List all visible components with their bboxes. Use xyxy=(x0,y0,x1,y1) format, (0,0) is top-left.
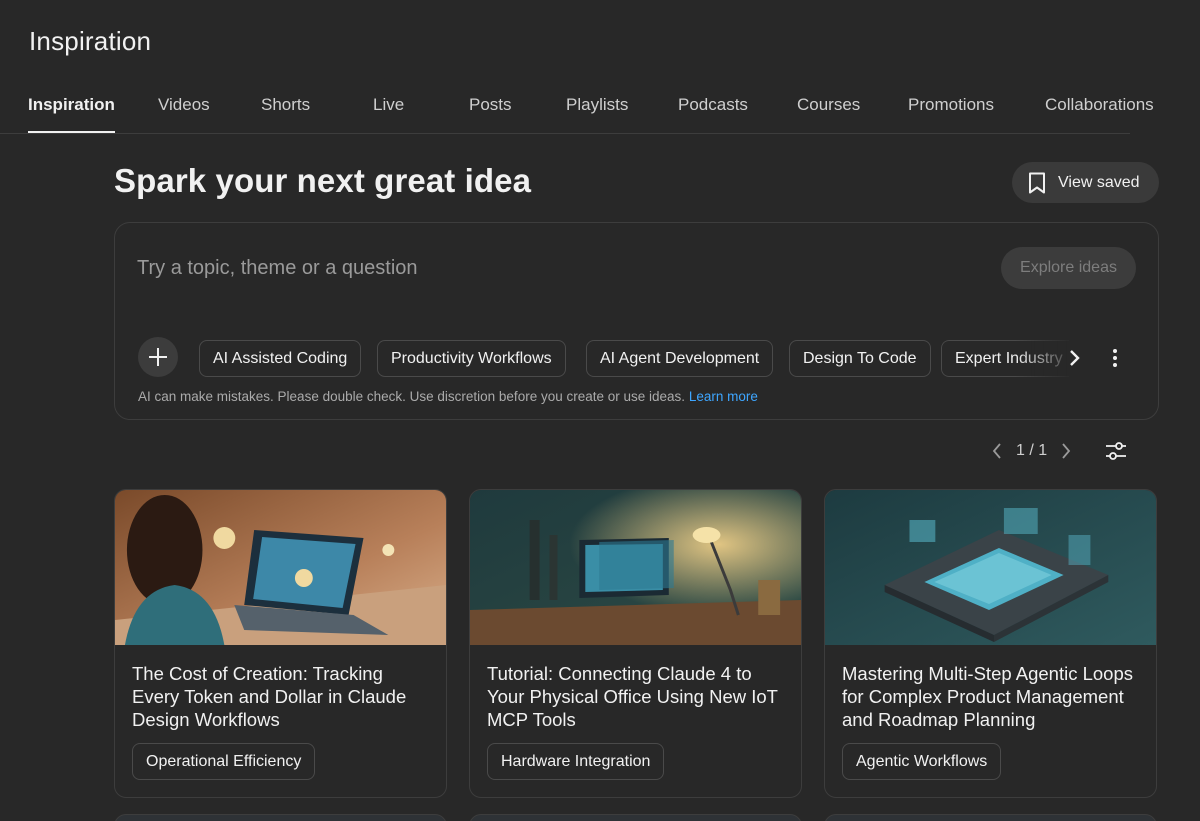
explore-ideas-button[interactable]: Explore ideas xyxy=(1001,247,1136,289)
idea-card[interactable]: Mastering Multi-Step Agentic Loops for C… xyxy=(824,489,1157,798)
chip-design-to-code[interactable]: Design To Code xyxy=(789,340,931,377)
page-title: Inspiration xyxy=(29,26,152,56)
plus-icon xyxy=(149,348,167,366)
idea-card-next-row[interactable] xyxy=(469,814,802,821)
tab-live[interactable]: Live xyxy=(373,86,404,133)
ai-disclaimer: AI can make mistakes. Please double chec… xyxy=(138,389,758,404)
card-thumbnail-image xyxy=(115,490,446,645)
disclaimer-text: AI can make mistakes. Please double chec… xyxy=(138,389,686,404)
tab-collaborations[interactable]: Collaborations xyxy=(1045,86,1154,133)
view-saved-button[interactable]: View saved xyxy=(1012,162,1159,203)
idea-input[interactable] xyxy=(137,251,977,285)
suggestion-chips: AI Assisted Coding Productivity Workflow… xyxy=(199,340,1069,378)
more-vert-icon xyxy=(1113,349,1117,367)
add-topic-button[interactable] xyxy=(138,337,178,377)
tab-playlists[interactable]: Playlists xyxy=(566,86,628,133)
chevron-right-icon xyxy=(1062,443,1071,459)
view-saved-label: View saved xyxy=(1058,173,1140,191)
chip-expert-industry[interactable]: Expert Industry xyxy=(941,340,1069,377)
idea-card-next-row[interactable] xyxy=(824,814,1157,821)
tab-promotions[interactable]: Promotions xyxy=(908,86,994,133)
chevron-left-icon xyxy=(992,443,1001,459)
idea-card-next-row[interactable] xyxy=(114,814,447,821)
prev-page-button[interactable] xyxy=(986,436,1008,466)
tab-inspiration[interactable]: Inspiration xyxy=(28,86,115,133)
card-thumbnail-image xyxy=(470,490,801,645)
learn-more-link[interactable]: Learn more xyxy=(689,389,758,404)
tab-shorts[interactable]: Shorts xyxy=(261,86,310,133)
card-tag[interactable]: Hardware Integration xyxy=(487,743,665,780)
tab-podcasts[interactable]: Podcasts xyxy=(678,86,748,133)
idea-composer: Explore ideas AI Assisted Coding Product… xyxy=(114,222,1159,420)
tab-videos[interactable]: Videos xyxy=(158,86,210,133)
next-page-button[interactable] xyxy=(1055,436,1077,466)
chevron-right-icon xyxy=(1070,350,1080,366)
card-tag[interactable]: Agentic Workflows xyxy=(842,743,1002,780)
chips-scroll-right-button[interactable] xyxy=(1061,345,1087,371)
tab-posts[interactable]: Posts xyxy=(469,86,512,133)
idea-card[interactable]: The Cost of Creation: Tracking Every Tok… xyxy=(114,489,447,798)
section-headline: Spark your next great idea xyxy=(114,162,532,199)
chip-productivity-workflows[interactable]: Productivity Workflows xyxy=(377,340,566,377)
card-thumbnail-image xyxy=(825,490,1156,645)
tab-bar: Inspiration Videos Shorts Live Posts Pla… xyxy=(0,86,1154,134)
page-count: 1 / 1 xyxy=(1016,442,1048,459)
pagination: 1 / 1 xyxy=(986,436,1077,466)
chip-ai-assisted-coding[interactable]: AI Assisted Coding xyxy=(199,340,362,377)
card-title: Mastering Multi-Step Agentic Loops for C… xyxy=(842,663,1134,730)
tune-icon xyxy=(1106,442,1126,460)
bookmark-icon xyxy=(1029,172,1045,193)
card-title: The Cost of Creation: Tracking Every Tok… xyxy=(132,663,407,730)
idea-card[interactable]: Tutorial: Connecting Claude 4 to Your Ph… xyxy=(469,489,802,798)
card-title: Tutorial: Connecting Claude 4 to Your Ph… xyxy=(487,663,778,730)
tab-courses[interactable]: Courses xyxy=(797,86,860,133)
more-options-button[interactable] xyxy=(1103,345,1127,371)
card-tag[interactable]: Operational Efficiency xyxy=(132,743,316,780)
chip-ai-agent-development[interactable]: AI Agent Development xyxy=(586,340,774,377)
filter-button[interactable] xyxy=(1102,437,1130,465)
